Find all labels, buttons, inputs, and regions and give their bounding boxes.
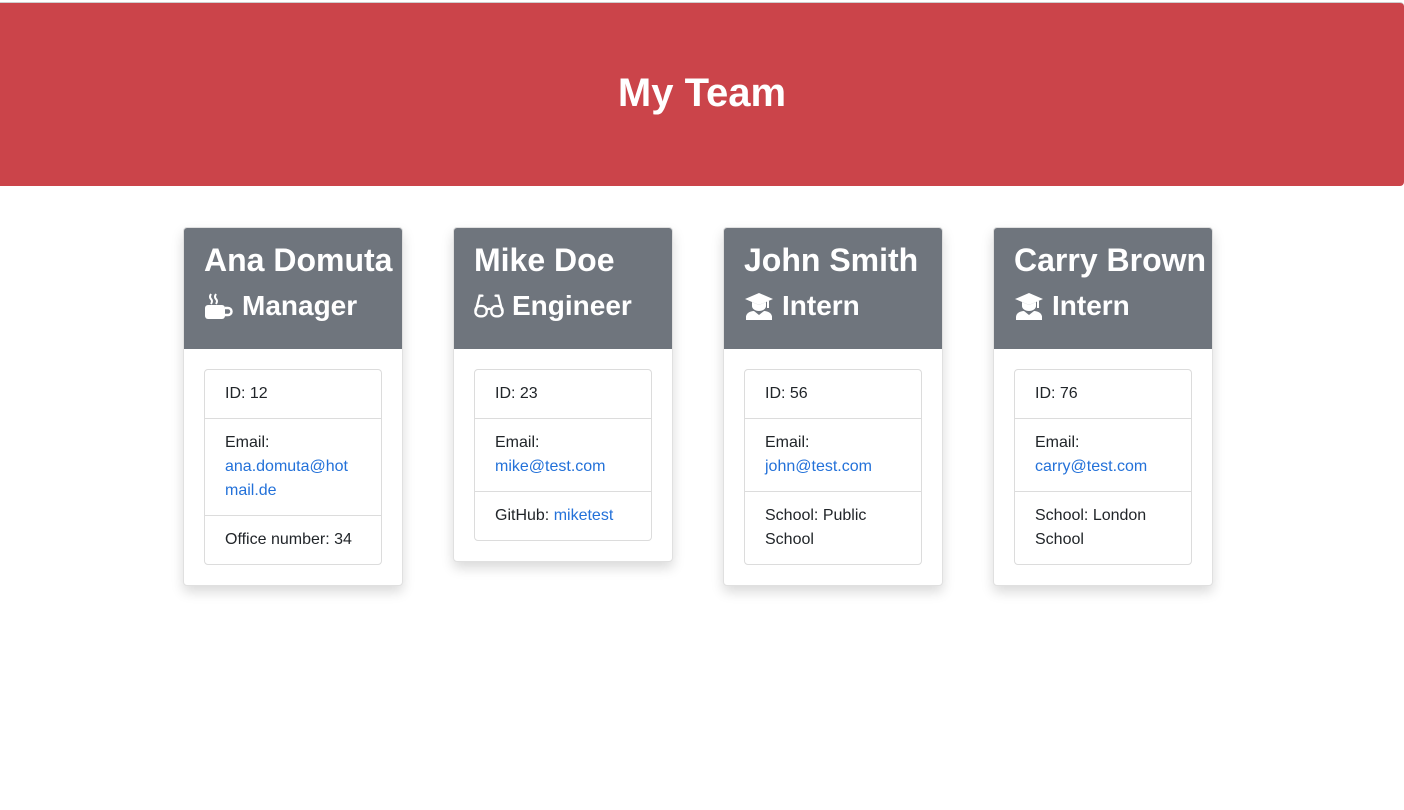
github-label: GitHub: xyxy=(495,507,554,524)
role-label: Manager xyxy=(242,290,358,321)
id-item: ID: 12 xyxy=(225,385,268,402)
employee-name: Carry Brown xyxy=(1014,242,1207,278)
graduate-icon xyxy=(744,291,774,321)
card-header: John Smith Intern xyxy=(724,228,942,349)
id-item: ID: 56 xyxy=(765,385,808,402)
email-label: Email: xyxy=(225,434,270,451)
role-label: Intern xyxy=(782,290,860,321)
employee-details: ID: 76 Email: carry@test.com School: Lon… xyxy=(1014,369,1192,565)
email-item: Email: mike@test.com xyxy=(475,418,651,491)
employee-role: Engineer xyxy=(474,288,672,324)
graduate-icon xyxy=(1014,291,1044,321)
email-item: Email: john@test.com xyxy=(745,418,921,491)
employee-details: ID: 23 Email: mike@test.com GitHub: mike… xyxy=(474,369,652,541)
employee-name: Mike Doe xyxy=(474,242,615,278)
coffee-icon xyxy=(204,291,234,321)
github-item: GitHub: miketest xyxy=(475,491,651,540)
employee-name: John Smith xyxy=(744,242,919,278)
employee-details: ID: 56 Email: john@test.com School: Publ… xyxy=(744,369,922,565)
employee-card-john-smith: John Smith Intern ID: 56 Email: john@tes… xyxy=(723,227,943,586)
employee-details: ID: 12 Email: ana.domuta@hotmail.de Offi… xyxy=(204,369,382,565)
employee-card-mike-doe: Mike Doe Engineer ID: 23 Email: mike@tes… xyxy=(453,227,673,562)
email-label: Email: xyxy=(765,434,810,451)
page-title: My Team xyxy=(617,71,787,115)
employee-card-carry-brown: Carry Brown Intern ID: 76 Email: carry@t… xyxy=(993,227,1213,586)
employee-card-ana-domuta: Ana Domuta Manager ID: 12 Email: ana.dom… xyxy=(183,227,403,586)
role-label: Engineer xyxy=(512,290,632,321)
email-link[interactable]: john@test.com xyxy=(765,458,872,475)
github-link[interactable]: miketest xyxy=(554,507,614,524)
employee-role: Intern xyxy=(1014,288,1212,324)
email-label: Email: xyxy=(1035,434,1080,451)
email-link[interactable]: carry@test.com xyxy=(1035,458,1147,475)
email-item: Email: carry@test.com xyxy=(1015,418,1191,491)
email-item: Email: ana.domuta@hotmail.de xyxy=(205,418,381,515)
email-link[interactable]: ana.domuta@hotmail.de xyxy=(225,458,348,499)
school-item: School: London School xyxy=(1015,491,1191,564)
id-item: ID: 23 xyxy=(495,385,538,402)
role-label: Intern xyxy=(1052,290,1130,321)
school-item: School: Public School xyxy=(745,491,921,564)
email-label: Email: xyxy=(495,434,540,451)
page-header: My Team xyxy=(0,2,1404,186)
employee-role: Manager xyxy=(204,288,402,324)
office-number-item: Office number: 34 xyxy=(205,515,381,564)
card-header: Mike Doe Engineer xyxy=(454,228,672,349)
glasses-icon xyxy=(474,291,504,321)
employee-name: Ana Domuta xyxy=(204,242,393,278)
id-item: ID: 76 xyxy=(1035,385,1078,402)
employee-role: Intern xyxy=(744,288,942,324)
card-header: Ana Domuta Manager xyxy=(184,228,402,349)
email-link[interactable]: mike@test.com xyxy=(495,458,605,475)
card-header: Carry Brown Intern xyxy=(994,228,1212,349)
